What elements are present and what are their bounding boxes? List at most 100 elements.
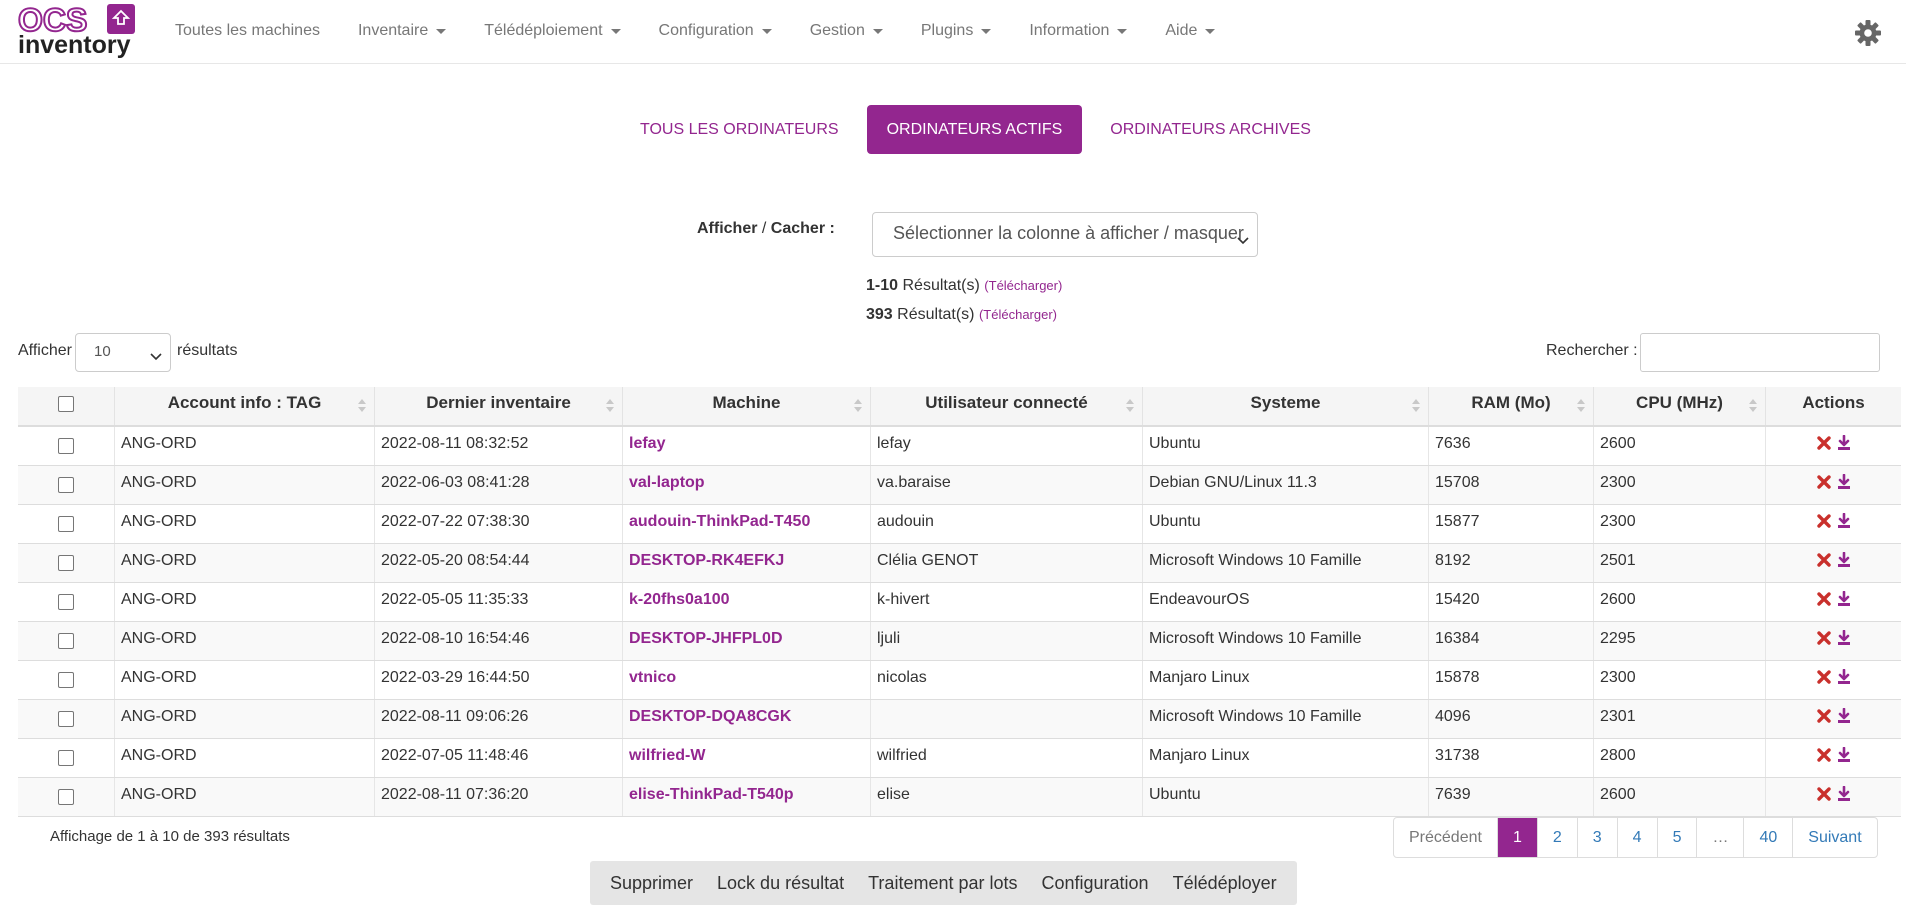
cell-date: 2022-05-05 11:35:33 <box>375 583 623 621</box>
caret-down-icon <box>761 28 772 34</box>
column-header[interactable]: Systeme <box>1143 387 1429 425</box>
download-all-link[interactable]: (Télécharger) <box>979 307 1057 322</box>
nav-item-plugins[interactable]: Plugins <box>902 0 1010 62</box>
row-checkbox[interactable] <box>58 633 74 649</box>
download-icon[interactable] <box>1837 590 1851 612</box>
machine-link[interactable]: val-laptop <box>623 466 871 504</box>
column-header[interactable]: Account info : TAG <box>115 387 375 425</box>
page-button[interactable]: 5 <box>1658 818 1698 857</box>
results-total-text: Résultat(s) <box>897 306 975 323</box>
download-icon[interactable] <box>1837 629 1851 651</box>
machine-link[interactable]: k-20fhs0a100 <box>623 583 871 621</box>
delete-x-icon[interactable] <box>1816 514 1831 533</box>
delete-x-icon[interactable] <box>1816 475 1831 494</box>
ocs-inventory-logo[interactable]: OCS inventory <box>17 3 136 58</box>
column-header[interactable]: CPU (MHz) <box>1594 387 1766 425</box>
machine-link[interactable]: audouin-ThinkPad-T450 <box>623 505 871 543</box>
delete-x-icon[interactable] <box>1816 787 1831 806</box>
top-navbar: OCS inventory Toutes les machines Inventa… <box>0 0 1906 64</box>
teledeployer-button[interactable]: Télédéployer <box>1165 861 1285 905</box>
download-icon[interactable] <box>1837 707 1851 729</box>
machine-link[interactable]: vtnico <box>623 661 871 699</box>
table-row: ANG-ORD 2022-06-03 08:41:28 val-laptop va.b… <box>18 466 1901 505</box>
row-checkbox[interactable] <box>58 516 74 532</box>
tab-1[interactable]: ORDINATEURS ACTIFS <box>866 105 1083 154</box>
machine-link[interactable]: wilfried-W <box>623 739 871 777</box>
delete-x-icon[interactable] <box>1816 670 1831 689</box>
column-header[interactable]: Utilisateur connecté <box>871 387 1143 425</box>
machine-link[interactable]: DESKTOP-JHFPL0D <box>623 622 871 660</box>
download-icon[interactable] <box>1837 434 1851 456</box>
cell-tag: ANG-ORD <box>115 661 375 699</box>
page-button[interactable]: 3 <box>1578 818 1618 857</box>
cell-cpu: 2301 <box>1594 700 1766 738</box>
row-select-cell <box>18 778 115 816</box>
cell-os: Ubuntu <box>1143 778 1429 816</box>
length-suffix: résultats <box>177 342 238 359</box>
delete-x-icon[interactable] <box>1816 592 1831 611</box>
page-button[interactable]: 4 <box>1618 818 1658 857</box>
row-checkbox[interactable] <box>58 789 74 805</box>
delete-x-icon[interactable] <box>1816 553 1831 572</box>
download-icon[interactable] <box>1837 746 1851 768</box>
cell-tag: ANG-ORD <box>115 505 375 543</box>
supprimer-button[interactable]: Supprimer <box>602 861 701 905</box>
table-header: Account info : TAG Dernier inventaire Mach… <box>18 387 1901 427</box>
delete-x-icon[interactable] <box>1816 631 1831 650</box>
select-all-checkbox[interactable] <box>58 396 74 412</box>
machine-link[interactable]: DESKTOP-DQA8CGK <box>623 700 871 738</box>
row-checkbox[interactable] <box>58 555 74 571</box>
download-page-link[interactable]: (Télécharger) <box>984 278 1062 293</box>
delete-x-icon[interactable] <box>1816 436 1831 455</box>
page-button[interactable]: 40 <box>1744 818 1794 857</box>
traitement-par-lots-button[interactable]: Traitement par lots <box>860 861 1025 905</box>
caret-down-icon <box>981 28 992 34</box>
tab-0[interactable]: TOUS LES ORDINATEURS <box>620 105 859 154</box>
column-header[interactable]: RAM (Mo) <box>1429 387 1594 425</box>
row-checkbox[interactable] <box>58 750 74 766</box>
delete-x-icon[interactable] <box>1816 748 1831 767</box>
lock-du-resultat-button[interactable]: Lock du résultat <box>709 861 852 905</box>
cell-date: 2022-08-10 16:54:46 <box>375 622 623 660</box>
nav-item-information[interactable]: Information <box>1010 0 1146 62</box>
configuration-button[interactable]: Configuration <box>1034 861 1157 905</box>
download-icon[interactable] <box>1837 551 1851 573</box>
nav-item-toutes-les-machines[interactable]: Toutes les machines <box>156 0 339 62</box>
row-select-cell <box>18 427 115 465</box>
row-checkbox[interactable] <box>58 477 74 493</box>
row-checkbox[interactable] <box>58 711 74 727</box>
column-header[interactable]: Dernier inventaire <box>375 387 623 425</box>
nav-item-configuration[interactable]: Configuration <box>640 0 791 62</box>
machine-link[interactable]: DESKTOP-RK4EFKJ <box>623 544 871 582</box>
page-button[interactable]: 1 <box>1497 818 1538 857</box>
download-icon[interactable] <box>1837 473 1851 495</box>
page-button[interactable]: 2 <box>1538 818 1578 857</box>
column-select[interactable]: Sélectionner la colonne à afficher / mas… <box>872 212 1258 257</box>
machine-link[interactable]: lefay <box>623 427 871 465</box>
machine-link[interactable]: elise-ThinkPad-T540p <box>623 778 871 816</box>
row-checkbox[interactable] <box>58 594 74 610</box>
delete-x-icon[interactable] <box>1816 709 1831 728</box>
page-length-select[interactable]: 10 <box>75 333 171 372</box>
cell-tag: ANG-ORD <box>115 700 375 738</box>
nav-item-teledeploiement[interactable]: Télédéploiement <box>465 0 639 62</box>
download-icon[interactable] <box>1837 512 1851 534</box>
search-input[interactable] <box>1640 333 1880 372</box>
page-results-line: 1-10 Résultat(s) (Télécharger) <box>866 277 1062 295</box>
download-icon[interactable] <box>1837 668 1851 690</box>
bulk-actions-bar: Supprimer Lock du résultat Traitement par … <box>590 861 1297 905</box>
row-checkbox[interactable] <box>58 672 74 688</box>
cell-date: 2022-08-11 08:32:52 <box>375 427 623 465</box>
cell-ram: 15878 <box>1429 661 1594 699</box>
tab-2[interactable]: ORDINATEURS ARCHIVES <box>1090 105 1331 154</box>
column-header[interactable]: Machine <box>623 387 871 425</box>
nav-item-aide[interactable]: Aide <box>1146 0 1234 62</box>
page-button[interactable]: Suivant <box>1793 818 1876 857</box>
gear-icon[interactable] <box>1854 19 1882 47</box>
nav-item-inventaire[interactable]: Inventaire <box>339 0 465 62</box>
column-header[interactable]: Actions <box>1766 387 1901 425</box>
row-checkbox[interactable] <box>58 438 74 454</box>
column-header-label: RAM (Mo) <box>1471 393 1551 412</box>
download-icon[interactable] <box>1837 785 1851 807</box>
nav-item-gestion[interactable]: Gestion <box>791 0 902 62</box>
